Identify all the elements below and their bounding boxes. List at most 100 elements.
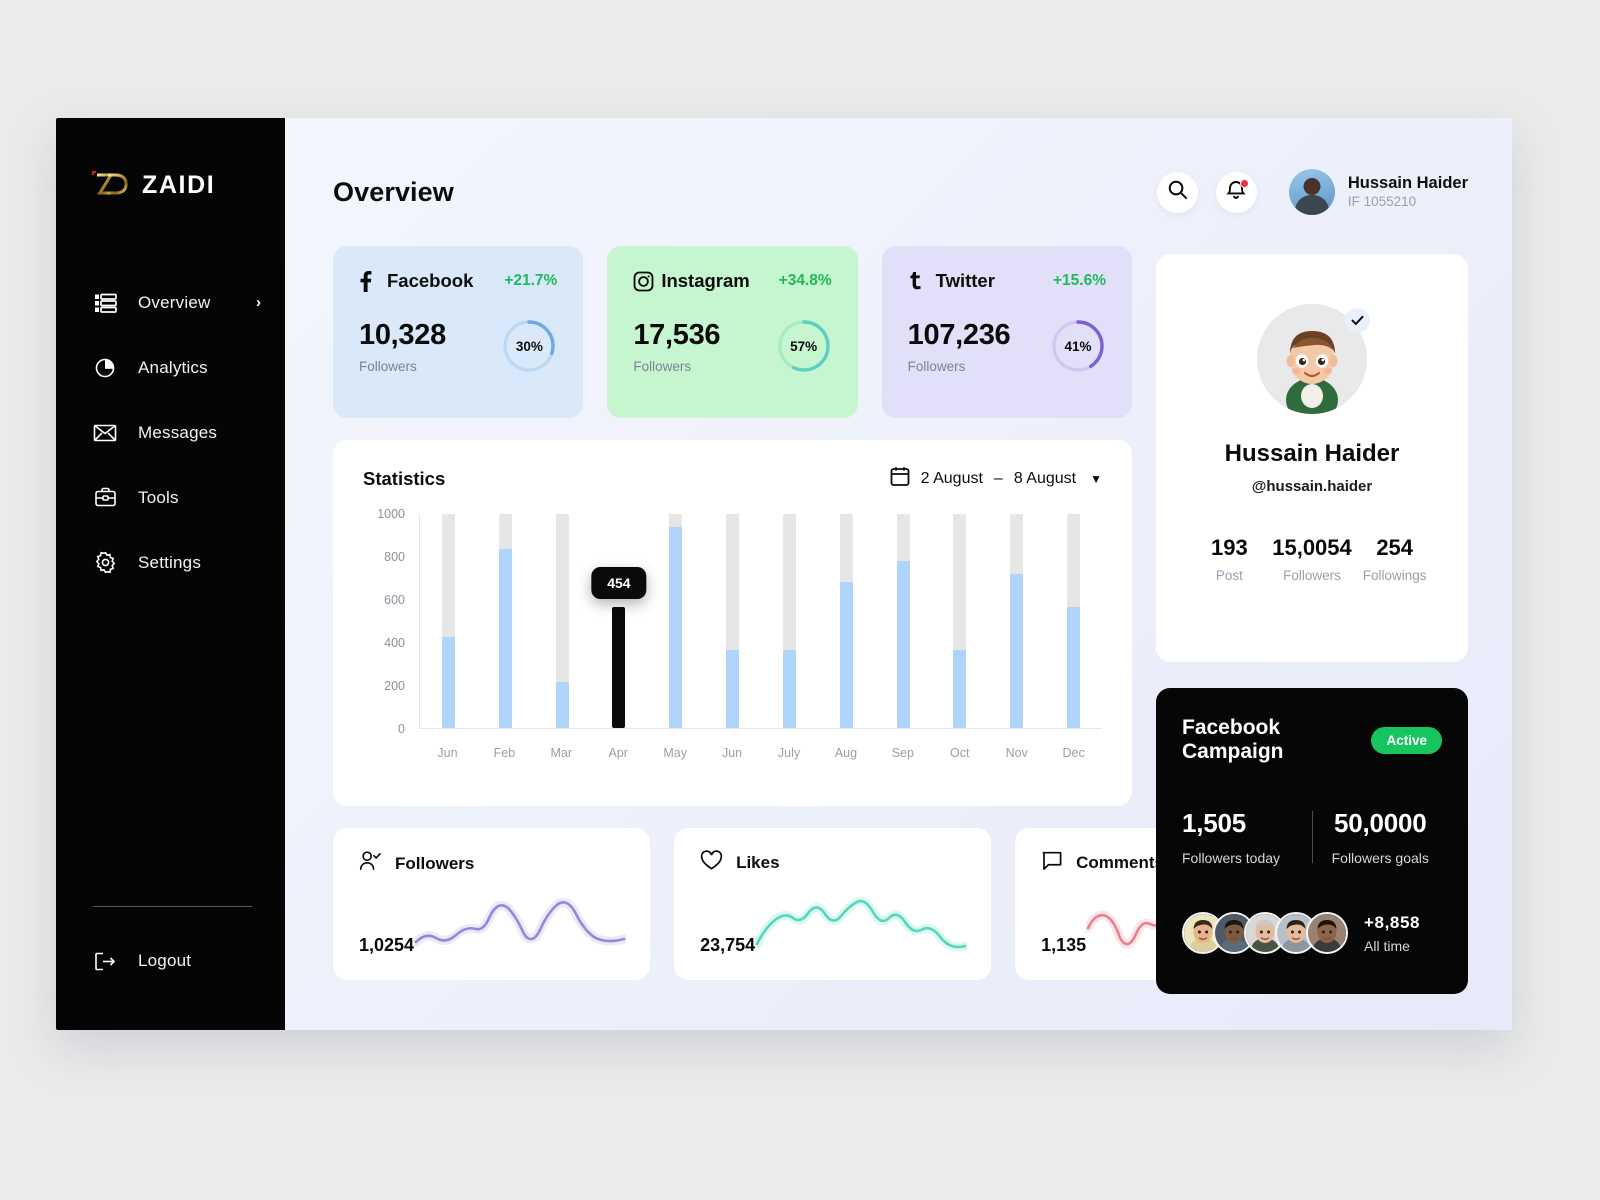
main-content: Overview Hussain Haider IF 1055210 Faceb… (285, 118, 1512, 1030)
bar-slot[interactable] (647, 514, 704, 728)
bar-slot[interactable] (761, 514, 818, 728)
bar-slot[interactable] (420, 514, 477, 728)
bar-fill (782, 649, 796, 728)
metric-value: 1,135 (1041, 935, 1087, 955)
sidebar-item-overview[interactable]: Overview › (56, 270, 285, 335)
x-axis-label: Aug (834, 746, 858, 760)
bar-slot[interactable] (988, 514, 1045, 728)
social-value: 17,536 (633, 319, 721, 351)
sidebar-item-analytics[interactable]: Analytics (56, 335, 285, 400)
social-name: Twitter (935, 270, 995, 291)
envelope-icon (92, 420, 118, 446)
user-menu[interactable]: Hussain Haider IF 1055210 (1288, 169, 1468, 215)
instagram-icon (633, 271, 657, 292)
sidebar-item-messages[interactable]: Messages (56, 400, 285, 465)
metric-title: Followers (395, 853, 475, 873)
bar-slot[interactable] (477, 514, 534, 728)
social-card-facebook[interactable]: Facebook +21.7% 10,328 Followers 30% (333, 246, 584, 418)
topbar-actions: Hussain Haider IF 1055210 (1156, 169, 1468, 215)
sidebar-nav: Overview › Analytics Messages Tools Sett… (56, 270, 285, 595)
campaign-goal-label: Followers goals (1331, 850, 1429, 866)
twitter-icon (908, 271, 932, 292)
bar-track (839, 514, 853, 728)
bar-slot[interactable] (704, 514, 761, 728)
social-card-twitter[interactable]: Twitter +15.6% 107,236 Followers 41% (881, 246, 1132, 418)
date-end: 8 August (1013, 470, 1077, 487)
social-delta: +34.8% (778, 272, 832, 289)
topbar: Overview Hussain Haider IF 1055210 (333, 160, 1468, 224)
chevron-right-icon: › (256, 294, 261, 311)
campaign-goal: 50,0000 Followers goals (1319, 808, 1443, 866)
profile-name: Hussain Haider (1224, 440, 1400, 467)
bar-track (441, 514, 455, 728)
brand-logo[interactable]: ZAIDI (56, 162, 285, 208)
value-block: 107,236 Followers (908, 321, 1011, 375)
bar-track (1010, 514, 1024, 728)
card-header: Likes (700, 850, 967, 876)
card-header: Twitter +15.6% (908, 270, 1106, 292)
statistics-panel: Statistics 2 August – 8 August ▼ 1000 80… (333, 440, 1132, 806)
x-axis-label: Jun (437, 746, 458, 760)
heart-icon (700, 850, 723, 876)
y-axis-tick: 1000 (377, 507, 405, 521)
y-axis: 1000 800 600 400 200 0 (363, 507, 405, 736)
profile-stat-followings: 254 Followings (1353, 535, 1436, 583)
progress-donut: 41% (1050, 318, 1106, 374)
sidebar-item-tools[interactable]: Tools (56, 465, 285, 530)
user-meta: Hussain Haider IF 1055210 (1348, 173, 1468, 211)
y-axis-tick: 600 (384, 593, 405, 607)
bar-fill (441, 637, 455, 728)
campaign-today: 1,505 Followers today (1182, 808, 1306, 866)
sidebar: ZAIDI Overview › Analytics Messages Tool… (56, 118, 285, 1030)
facebook-icon (359, 270, 383, 292)
social-delta: +21.7% (504, 272, 558, 289)
profile-card: Hussain Haider @hussain.haider 193 Post … (1156, 254, 1468, 662)
search-button[interactable] (1156, 171, 1198, 213)
social-name: Instagram (661, 270, 750, 291)
campaign-title: Facebook Campaign (1182, 716, 1284, 763)
status-badge: Active (1371, 726, 1442, 754)
bar-fill (555, 682, 569, 728)
metric-card-followers[interactable]: Followers 1,0254 (333, 828, 651, 980)
list-dashboard-icon (92, 290, 118, 316)
statistics-header: Statistics 2 August – 8 August ▼ (363, 466, 1102, 492)
bar-slot[interactable] (1045, 514, 1102, 728)
page-title: Overview (333, 176, 454, 207)
bar-slot[interactable]: 454 (590, 514, 647, 728)
bar-slot[interactable] (875, 514, 932, 728)
bar-fill (612, 607, 626, 728)
social-value: 10,328 (359, 319, 446, 351)
bar-fill (1010, 573, 1024, 728)
profile-stat-followers: 15,0054 Followers (1271, 535, 1354, 583)
social-name: Facebook (387, 270, 474, 291)
stat-value: 193 (1210, 535, 1248, 560)
donut-percent: 41% (1064, 338, 1092, 354)
card-body: 1,0254 (359, 894, 627, 956)
stat-label: Followings (1362, 568, 1427, 583)
notifications-button[interactable] (1215, 171, 1257, 213)
bar-track (612, 514, 626, 728)
date-separator: – (993, 470, 1003, 487)
bar-slot[interactable] (534, 514, 591, 728)
bar-track (498, 514, 512, 728)
progress-donut: 30% (501, 318, 557, 374)
metric-card-likes[interactable]: Likes 23,754 (674, 828, 992, 980)
bar-track (555, 514, 569, 728)
campaign-goal-value: 50,0000 (1333, 808, 1427, 838)
logout-button[interactable]: Logout (56, 930, 285, 992)
app-window: ZAIDI Overview › Analytics Messages Tool… (56, 118, 1512, 1030)
date-range-picker[interactable]: 2 August – 8 August ▼ (890, 466, 1102, 492)
bar-slot[interactable] (931, 514, 988, 728)
sidebar-item-label: Settings (138, 552, 202, 572)
campaign-footer: +8,858 All time (1182, 912, 1442, 954)
y-axis-tick: 800 (384, 550, 405, 564)
x-axis-label: Feb (493, 746, 516, 760)
sidebar-item-settings[interactable]: Settings (56, 530, 285, 595)
verified-check-icon (1345, 308, 1370, 333)
social-card-instagram[interactable]: Instagram +34.8% 17,536 Followers 57% (607, 246, 858, 418)
bar-fill (839, 582, 853, 728)
bar-slot[interactable] (818, 514, 875, 728)
followers-sparkline (414, 894, 627, 956)
avatar-stack[interactable] (1182, 912, 1348, 954)
bar-track (953, 514, 967, 728)
